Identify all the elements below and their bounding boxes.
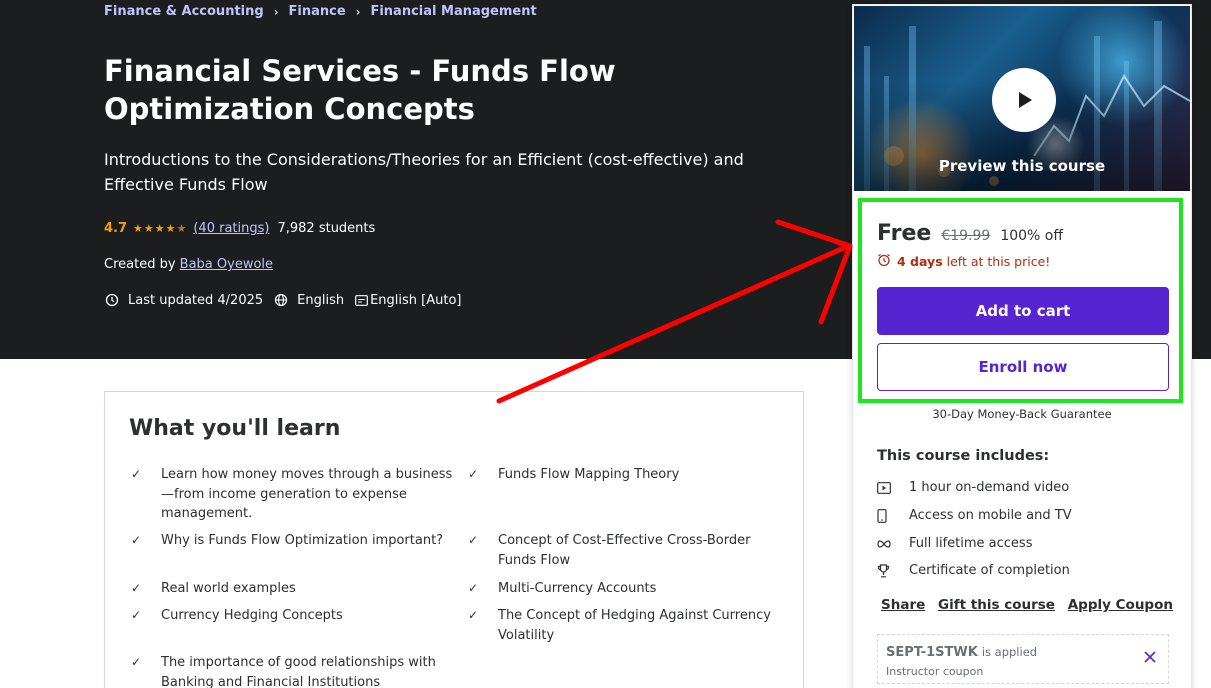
students-count: 7,982 students bbox=[277, 221, 376, 236]
list-item: ✓ The Concept of Hedging Against Currenc… bbox=[466, 606, 776, 645]
include-item-mobile: Access on mobile and TV bbox=[877, 508, 1072, 523]
include-item-video: 1 hour on-demand video bbox=[877, 480, 1069, 495]
globe-icon bbox=[273, 292, 289, 308]
includes-title: This course includes: bbox=[877, 448, 1050, 464]
chevron-right-icon: › bbox=[355, 4, 361, 19]
money-back-guarantee: 30-Day Money-Back Guarantee bbox=[932, 407, 1112, 421]
mobile-icon bbox=[877, 508, 909, 523]
breadcrumb-item-financial-management[interactable]: Financial Management bbox=[370, 4, 536, 19]
include-item-lifetime: Full lifetime access bbox=[877, 536, 1032, 551]
add-to-cart-button[interactable]: Add to cart bbox=[877, 287, 1169, 335]
include-item-certificate: Certificate of completion bbox=[877, 563, 1070, 578]
coupon-code: SEPT-1STWK bbox=[886, 645, 978, 660]
course-captions: English [Auto] bbox=[354, 292, 462, 308]
created-by-label: Created by bbox=[104, 257, 176, 272]
original-price: €19.99 bbox=[941, 228, 991, 244]
rating-value: 4.7 bbox=[104, 221, 128, 236]
chevron-right-icon: › bbox=[273, 4, 279, 19]
alert-clock-icon bbox=[104, 292, 120, 308]
gift-course-button[interactable]: Gift this course bbox=[938, 597, 1055, 613]
breadcrumb: Finance & Accounting › Finance › Financi… bbox=[104, 4, 537, 19]
preview-label[interactable]: Preview this course bbox=[854, 157, 1190, 175]
check-icon: ✓ bbox=[131, 467, 142, 481]
course-preview[interactable]: Preview this course bbox=[854, 6, 1190, 191]
list-item: ✓ Real world examples bbox=[129, 579, 459, 599]
check-icon: ✓ bbox=[468, 467, 479, 481]
current-price: Free bbox=[877, 221, 932, 246]
play-icon[interactable] bbox=[992, 68, 1056, 132]
list-item: ✓ Concept of Cost-Effective Cross-Border… bbox=[466, 531, 766, 570]
list-item: ✓ Funds Flow Mapping Theory bbox=[466, 465, 786, 485]
trophy-icon bbox=[877, 563, 909, 578]
purchase-sidebar: Preview this course Free €19.99 100% off… bbox=[852, 4, 1192, 688]
close-icon[interactable] bbox=[1142, 649, 1158, 665]
video-icon bbox=[877, 481, 909, 494]
apply-coupon-button[interactable]: Apply Coupon bbox=[1068, 597, 1173, 613]
discount-percent: 100% off bbox=[1000, 228, 1063, 244]
list-item: ✓ Currency Hedging Concepts bbox=[129, 606, 459, 626]
check-icon: ✓ bbox=[131, 608, 142, 622]
list-item: ✓ Learn how money moves through a busine… bbox=[129, 465, 459, 524]
coupon-applied-label: is applied bbox=[981, 645, 1038, 659]
learn-title: What you'll learn bbox=[129, 416, 341, 441]
check-icon: ✓ bbox=[131, 655, 142, 669]
alarm-clock-icon bbox=[877, 253, 891, 270]
course-subtitle: Introductions to the Considerations/Theo… bbox=[104, 150, 744, 194]
list-item: ✓ Why is Funds Flow Optimization importa… bbox=[129, 531, 459, 551]
enroll-now-button[interactable]: Enroll now bbox=[877, 343, 1169, 391]
captions-icon bbox=[354, 292, 368, 308]
timer-days: 4 days bbox=[897, 254, 943, 269]
created-by: Created by Baba Oyewole bbox=[104, 257, 273, 272]
list-item: ✓ Multi-Currency Accounts bbox=[466, 579, 786, 599]
sidebar-actions: Share Gift this course Apply Coupon bbox=[881, 597, 1173, 613]
check-icon: ✓ bbox=[131, 533, 142, 547]
star-rating-icon: ★★★★★ bbox=[133, 222, 188, 235]
price-timer: 4 days left at this price! bbox=[877, 253, 1050, 270]
list-item: ✓ The importance of good relationships w… bbox=[129, 653, 459, 688]
price-row: Free €19.99 100% off bbox=[877, 221, 1063, 246]
course-title: Financial Services - Funds Flow Optimiza… bbox=[104, 54, 616, 126]
ratings-row: 4.7 ★★★★★ (40 ratings) 7,982 students bbox=[104, 221, 375, 236]
applied-coupon: SEPT-1STWK is applied Instructor coupon bbox=[877, 634, 1169, 684]
breadcrumb-item-finance-accounting[interactable]: Finance & Accounting bbox=[104, 4, 264, 19]
ratings-count-link[interactable]: (40 ratings) bbox=[193, 221, 269, 236]
check-icon: ✓ bbox=[468, 533, 479, 547]
timer-suffix: left at this price! bbox=[946, 254, 1051, 269]
last-updated: Last updated 4/2025 bbox=[104, 292, 263, 308]
what-youll-learn: What you'll learn ✓ Learn how money move… bbox=[104, 391, 804, 688]
course-meta: Last updated 4/2025 English English [Aut… bbox=[104, 292, 472, 308]
check-icon: ✓ bbox=[468, 581, 479, 595]
check-icon: ✓ bbox=[131, 581, 142, 595]
infinity-icon bbox=[877, 539, 909, 548]
coupon-type: Instructor coupon bbox=[886, 665, 984, 678]
check-icon: ✓ bbox=[468, 608, 479, 622]
breadcrumb-item-finance[interactable]: Finance bbox=[289, 4, 346, 19]
instructor-link[interactable]: Baba Oyewole bbox=[180, 257, 273, 272]
share-button[interactable]: Share bbox=[881, 597, 925, 613]
course-language: English bbox=[273, 292, 344, 308]
